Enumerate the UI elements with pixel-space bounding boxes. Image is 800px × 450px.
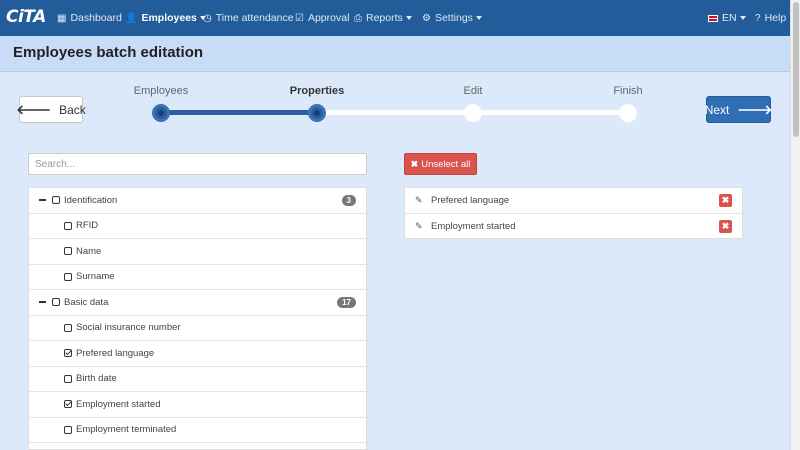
tree-item[interactable]: Employment terminated (29, 418, 366, 443)
unselect-all-label: Unselect all (421, 158, 471, 170)
uk-flag-icon (708, 14, 718, 22)
next-button-label: Next (704, 102, 730, 117)
nav-employees[interactable]: 👤 Employees (125, 0, 206, 36)
close-icon: ✖ (410, 158, 419, 169)
arrow-right-icon: 🡒 (737, 101, 773, 117)
checkbox-checked[interactable] (64, 400, 72, 409)
checkbox-checked[interactable] (64, 349, 72, 358)
tree-item[interactable]: Employment started (29, 392, 366, 418)
next-button[interactable]: Next 🡒 (704, 96, 773, 123)
count-badge: 17 (337, 297, 356, 308)
step-label-finish: Finish (613, 85, 643, 97)
tree-item[interactable]: Prefered language (29, 341, 366, 367)
tree-item-label: Name (76, 245, 102, 257)
page-title: Employees batch editation (13, 44, 204, 61)
nav-employees-label: Employees (141, 12, 197, 24)
checkbox[interactable] (52, 196, 60, 205)
nav-approval[interactable]: ☑ Approval (295, 0, 349, 36)
tree-item[interactable]: Surname (29, 265, 366, 290)
count-badge: 3 (341, 195, 356, 206)
nav-reports[interactable]: ⎙ Reports (354, 0, 412, 36)
edit-icon: ✎ (415, 220, 423, 231)
dashboard-icon: ▦ (57, 12, 67, 24)
tree-item[interactable]: Birth date (29, 367, 366, 392)
collapse-icon[interactable] (39, 199, 46, 202)
remove-icon[interactable]: ✖ (719, 219, 732, 233)
nav-approval-label: Approval (307, 12, 350, 24)
selected-item: ✎ Employment started ✖ (405, 214, 742, 240)
step-label-properties: Properties (289, 85, 345, 97)
chevron-down-icon (739, 16, 746, 20)
remove-icon[interactable]: ✖ (719, 194, 732, 207)
property-tree: Identification 3 RFID Name Surname Basic… (28, 187, 367, 450)
back-button-label: Back (59, 102, 86, 117)
nav-settings[interactable]: ⚙ Settings (422, 0, 482, 36)
tree-group-label: Identification (64, 194, 118, 206)
wizard-progress-fill (161, 110, 317, 115)
checkbox[interactable] (52, 298, 60, 307)
step-label-employees: Employees (133, 85, 189, 97)
tree-group-label: Basic data (64, 296, 109, 308)
tree-item[interactable]: Name (29, 239, 366, 265)
checkbox[interactable] (64, 247, 72, 256)
page-header: Employees batch editation (0, 36, 790, 72)
tree-item-label: Employment started (76, 398, 161, 410)
selected-properties-list: ✎ Prefered language ✖ ✎ Employment start… (404, 187, 743, 239)
tree-item-label: Prefered language (76, 347, 155, 359)
tree-item-label: RFID (76, 220, 99, 232)
selected-item-label: Employment started (431, 220, 516, 232)
checkbox[interactable] (64, 272, 72, 281)
tree-item-label: Employment terminated (76, 424, 177, 436)
tree-item[interactable]: Social insurance number (29, 316, 366, 341)
top-navbar: CiTA ▦ Dashboard 👤 Employees ◷ Time atte… (0, 0, 790, 36)
step-dot-employees[interactable] (152, 104, 170, 122)
language-label: EN (722, 12, 737, 24)
scrollbar-thumb[interactable] (793, 2, 799, 137)
step-dot-edit (464, 104, 482, 122)
chevron-down-icon (405, 16, 412, 20)
checkbox[interactable] (64, 425, 72, 434)
back-button[interactable]: 🡐 Back (16, 96, 86, 123)
check-square-icon: ☑ (295, 12, 304, 24)
gear-icon: ⚙ (422, 12, 431, 24)
page-scrollbar[interactable] (790, 0, 800, 450)
checkbox[interactable] (64, 323, 72, 332)
step-label-edit: Edit (463, 85, 483, 97)
checkbox[interactable] (64, 374, 72, 383)
collapse-icon[interactable] (39, 301, 46, 304)
clock-icon: ◷ (203, 12, 212, 24)
chevron-down-icon (475, 16, 482, 20)
tree-item[interactable]: RFID (29, 214, 366, 239)
checkbox[interactable] (64, 221, 72, 230)
step-dot-finish (619, 104, 637, 122)
unselect-all-button[interactable]: ✖ Unselect all (404, 153, 477, 175)
selected-item-label: Prefered language (431, 194, 510, 206)
arrow-left-icon: 🡐 (16, 101, 52, 117)
nav-settings-label: Settings (434, 12, 473, 24)
nav-reports-label: Reports (366, 12, 403, 24)
help-link[interactable]: ? Help (755, 0, 786, 36)
tree-item-label: Birth date (76, 373, 117, 385)
user-icon: 👤 (125, 12, 138, 24)
tree-item-label: Social insurance number (76, 322, 181, 334)
language-selector[interactable]: EN (708, 0, 746, 36)
nav-time-attendance-label: Time attendance (215, 12, 294, 24)
selected-item: ✎ Prefered language ✖ (405, 188, 742, 214)
nav-dashboard[interactable]: ▦ Dashboard (57, 0, 122, 36)
tree-item-label: Surname (76, 271, 115, 283)
help-label: Help (764, 12, 787, 24)
step-dot-properties[interactable] (308, 104, 326, 122)
question-icon: ? (755, 12, 761, 24)
tree-group[interactable]: Basic data 17 (29, 290, 366, 316)
tree-group[interactable]: Identification 3 (29, 188, 366, 214)
search-input[interactable] (28, 153, 367, 175)
edit-icon: ✎ (415, 194, 423, 205)
print-icon: ⎙ (354, 12, 362, 24)
nav-dashboard-label: Dashboard (70, 12, 122, 24)
app-logo[interactable]: CiTA (6, 7, 46, 27)
nav-time-attendance[interactable]: ◷ Time attendance (203, 0, 294, 36)
